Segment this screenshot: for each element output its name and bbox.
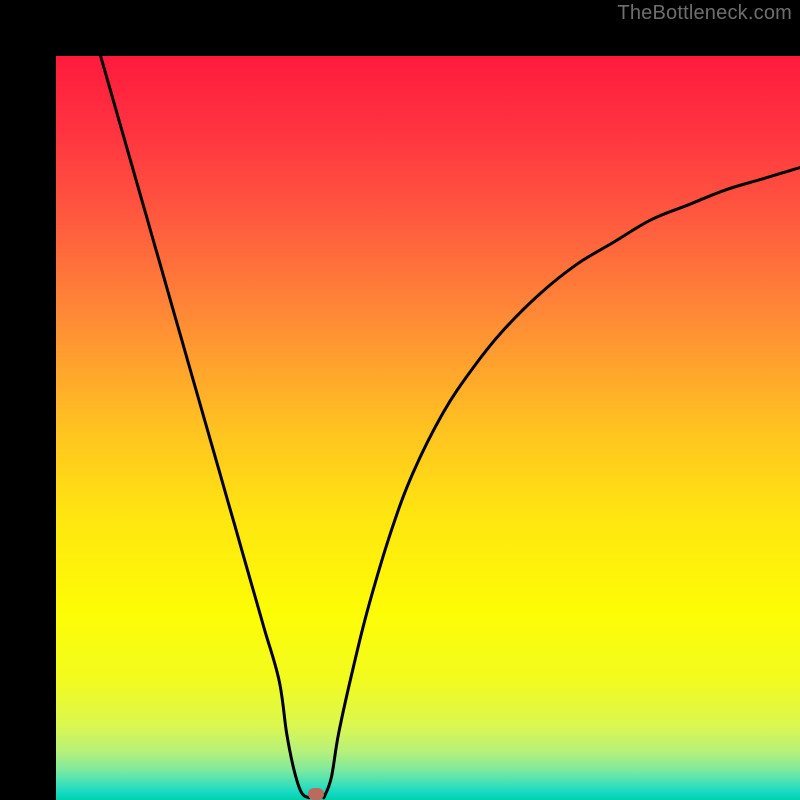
plot-area	[56, 56, 800, 800]
watermark-label: TheBottleneck.com	[617, 2, 792, 25]
curve-right-branch	[324, 168, 800, 798]
bottleneck-curve	[56, 56, 800, 800]
optimum-marker-icon	[308, 788, 324, 800]
curve-left-branch	[101, 56, 309, 798]
chart-frame	[0, 0, 800, 800]
